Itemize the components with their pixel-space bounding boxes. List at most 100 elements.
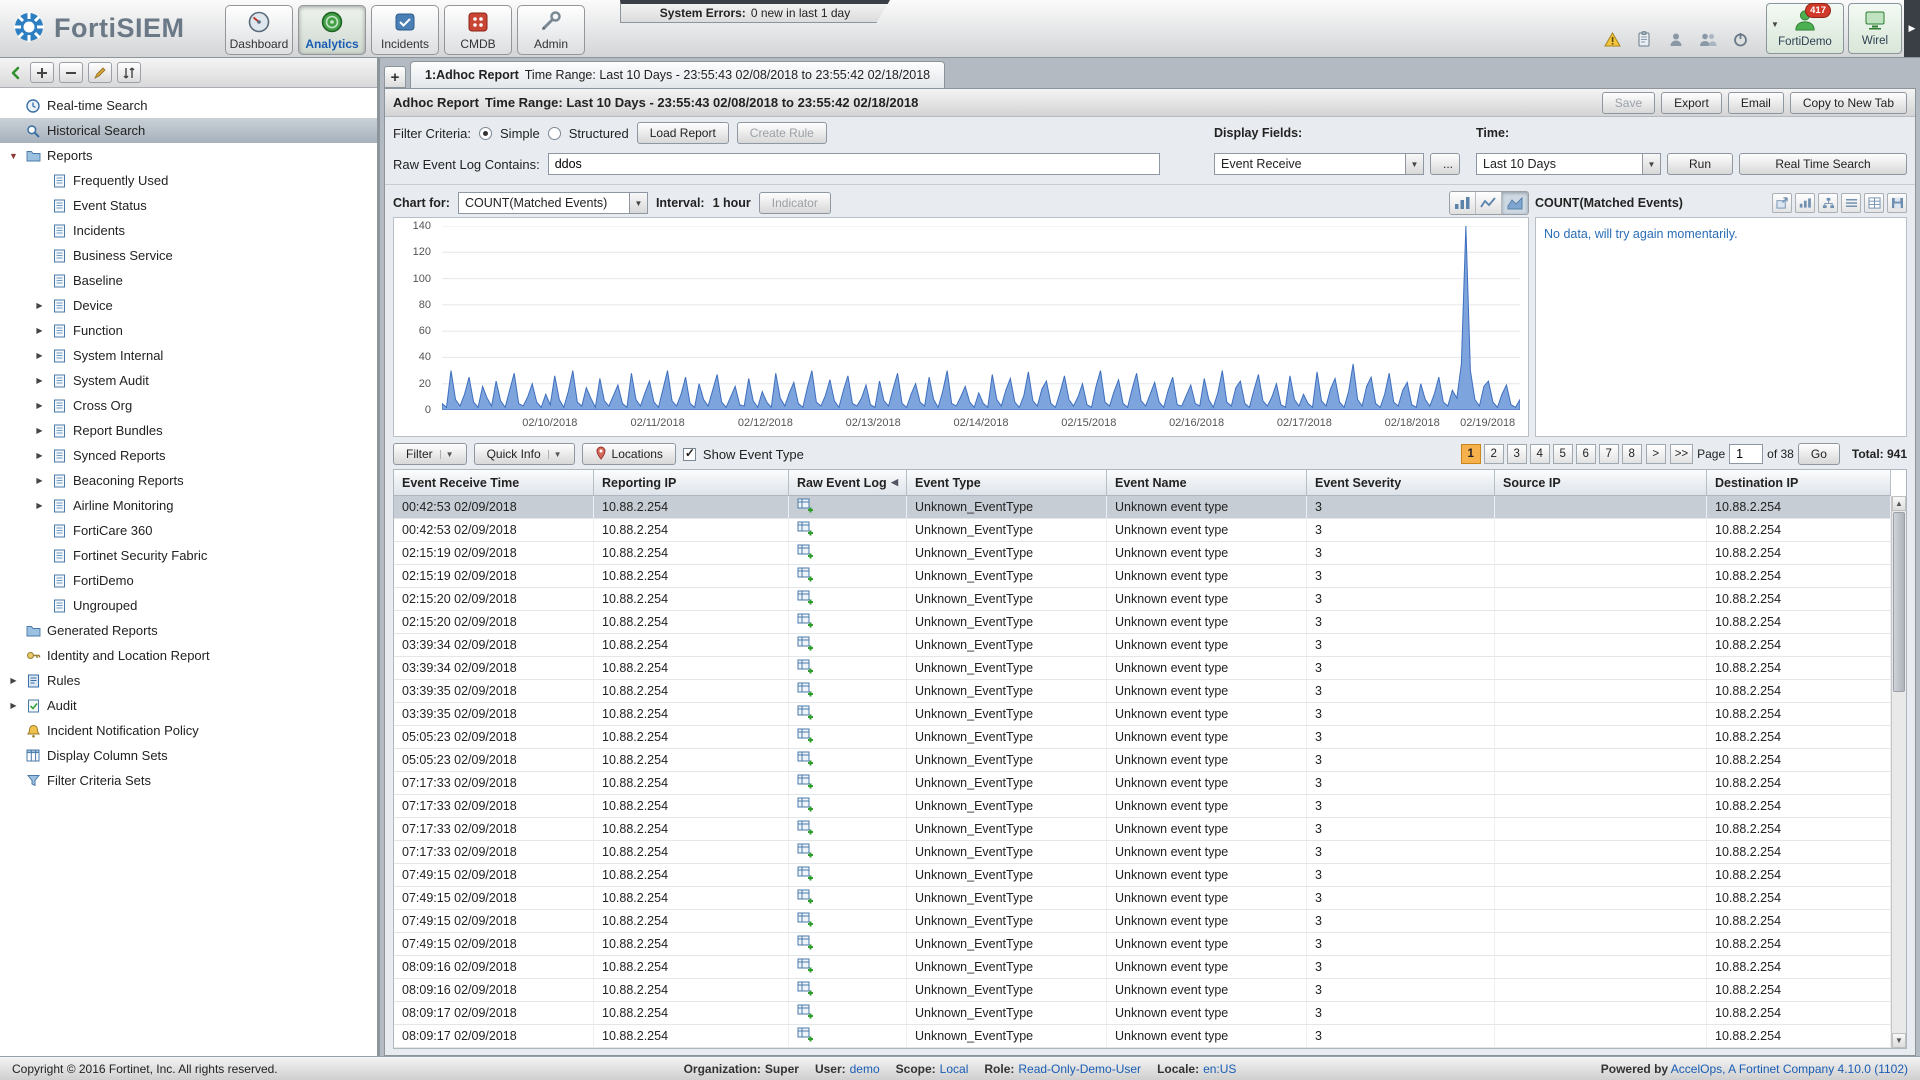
sidebar-item-function[interactable]: ▶Function [0,318,377,343]
save-view-icon[interactable] [1887,193,1907,213]
column-header-raw-event-log[interactable]: Raw Event Log◀ [789,470,907,495]
sidebar-item-airline-monitoring[interactable]: ▶Airline Monitoring [0,493,377,518]
sidebar-item-filter-criteria-sets[interactable]: Filter Criteria Sets [0,768,377,793]
users-icon[interactable] [1698,29,1718,49]
raw-event-log-icon[interactable] [797,797,814,815]
raw-event-log-icon[interactable] [797,820,814,838]
nav-tab-cmdb[interactable]: CMDB [444,5,512,55]
expand-arrow-icon[interactable]: ▶ [34,326,45,335]
display-fields-select[interactable]: Event Receive ▼ [1214,153,1424,175]
create-rule-button[interactable]: Create Rule [737,122,827,144]
last-page-button[interactable]: >> [1670,444,1693,464]
tab-adhoc-report[interactable]: 1:Adhoc Report Time Range: Last 10 Days … [410,61,945,88]
sidebar-item-forticare-360[interactable]: FortiCare 360 [0,518,377,543]
table-row[interactable]: 02:15:20 02/09/201810.88.2.254Unknown_Ev… [394,588,1891,611]
raw-event-log-icon[interactable] [797,889,814,907]
sidebar-item-real-time-search[interactable]: Real-time Search [0,93,377,118]
bar-chart-type-icon[interactable] [1450,192,1476,214]
scroll-down-icon[interactable]: ▼ [1892,1033,1906,1048]
raw-event-log-icon[interactable] [797,590,814,608]
raw-event-log-icon[interactable] [797,728,814,746]
table-row[interactable]: 07:49:15 02/09/201810.88.2.254Unknown_Ev… [394,933,1891,956]
user-menu-fortidemo[interactable]: ▼ 417 FortiDemo [1766,3,1844,54]
expand-arrow-icon[interactable]: ▶ [8,676,19,685]
simple-radio[interactable] [479,127,492,140]
report-status-icon[interactable] [1634,29,1654,49]
go-button[interactable]: Go [1798,443,1840,465]
nav-tab-incidents[interactable]: Incidents [371,5,439,55]
column-header-event-receive-time[interactable]: Event Receive Time [394,470,594,495]
real-time-search-button[interactable]: Real Time Search [1739,153,1907,175]
next-page-button[interactable]: > [1646,444,1666,464]
page-number-input[interactable] [1729,444,1763,464]
sidebar-item-display-column-sets[interactable]: Display Column Sets [0,743,377,768]
email-button[interactable]: Email [1728,92,1784,114]
expand-arrow-icon[interactable]: ▶ [34,376,45,385]
expand-arrow-icon[interactable]: ▶ [34,476,45,485]
table-row[interactable]: 00:42:53 02/09/201810.88.2.254Unknown_Ev… [394,519,1891,542]
quick-info-dropdown-button[interactable]: Quick Info ▼ [474,443,575,465]
table-row[interactable]: 08:09:17 02/09/201810.88.2.254Unknown_Ev… [394,1002,1891,1025]
raw-event-log-icon[interactable] [797,1027,814,1045]
table-row[interactable]: 07:17:33 02/09/201810.88.2.254Unknown_Ev… [394,795,1891,818]
raw-event-log-icon[interactable] [797,636,814,654]
wireless-menu[interactable]: Wirel [1848,3,1902,54]
expand-arrow-icon[interactable]: ▶ [34,451,45,460]
column-header-event-type[interactable]: Event Type [907,470,1107,495]
nav-tab-dashboard[interactable]: Dashboard [225,5,293,55]
locale-value[interactable]: en:US [1203,1062,1236,1076]
expand-arrow-icon[interactable]: ▶ [34,426,45,435]
scope-value[interactable]: Local [940,1062,969,1076]
table-row[interactable]: 00:42:53 02/09/201810.88.2.254Unknown_Ev… [394,496,1891,519]
raw-event-log-icon[interactable] [797,659,814,677]
collapse-column-icon[interactable]: ◀ [891,477,898,488]
expand-arrow-icon[interactable]: ▶ [34,501,45,510]
nav-tab-admin[interactable]: Admin [517,5,585,55]
sidebar-item-generated-reports[interactable]: Generated Reports [0,618,377,643]
export-view-icon[interactable] [1772,193,1792,213]
indicator-button[interactable]: Indicator [759,192,831,214]
expand-arrow-icon[interactable]: ▶ [8,701,19,710]
raw-event-log-icon[interactable] [797,498,814,516]
table-row[interactable]: 02:15:19 02/09/201810.88.2.254Unknown_Ev… [394,565,1891,588]
expand-arrow-icon[interactable]: ▶ [34,301,45,310]
export-button[interactable]: Export [1661,92,1722,114]
sidebar-item-historical-search[interactable]: Historical Search [0,118,377,143]
raw-event-log-icon[interactable] [797,682,814,700]
scroll-up-icon[interactable]: ▲ [1892,496,1906,511]
power-icon[interactable] [1730,29,1750,49]
list-view-icon[interactable] [1841,193,1861,213]
system-errors-banner[interactable]: System Errors: 0 new in last 1 day [620,0,890,23]
sidebar-item-fortidemo[interactable]: FortiDemo [0,568,377,593]
expand-right-icon[interactable]: ▶ [1904,0,1920,57]
table-row[interactable]: 07:17:33 02/09/201810.88.2.254Unknown_Ev… [394,841,1891,864]
raw-event-log-icon[interactable] [797,866,814,884]
chart-for-select[interactable]: COUNT(Matched Events) ▼ [458,192,648,214]
organize-button[interactable] [117,62,141,83]
area-chart-type-icon[interactable] [1502,192,1528,214]
raw-event-log-icon[interactable] [797,521,814,539]
hierarchy-view-icon[interactable] [1818,193,1838,213]
sidebar-item-report-bundles[interactable]: ▶Report Bundles [0,418,377,443]
show-event-type-checkbox[interactable] [683,448,696,461]
collapse-panel-button[interactable] [7,62,25,83]
table-row[interactable]: 07:49:15 02/09/201810.88.2.254Unknown_Ev… [394,910,1891,933]
sidebar-item-baseline[interactable]: Baseline [0,268,377,293]
expand-arrow-icon[interactable]: ▶ [34,401,45,410]
nav-tab-analytics[interactable]: Analytics [298,5,366,55]
sidebar-item-device[interactable]: ▶Device [0,293,377,318]
sidebar-item-incidents[interactable]: Incidents [0,218,377,243]
table-row[interactable]: 07:17:33 02/09/201810.88.2.254Unknown_Ev… [394,818,1891,841]
raw-event-log-icon[interactable] [797,567,814,585]
page-button-3[interactable]: 3 [1507,444,1527,464]
sidebar-item-frequently-used[interactable]: Frequently Used [0,168,377,193]
sidebar-item-event-status[interactable]: Event Status [0,193,377,218]
user-icon[interactable] [1666,29,1686,49]
sidebar-item-incident-notification-policy[interactable]: Incident Notification Policy [0,718,377,743]
table-row[interactable]: 05:05:23 02/09/201810.88.2.254Unknown_Ev… [394,726,1891,749]
page-button-2[interactable]: 2 [1484,444,1504,464]
load-report-button[interactable]: Load Report [637,122,729,144]
collapse-arrow-icon[interactable]: ▼ [8,151,19,161]
sidebar-item-system-internal[interactable]: ▶System Internal [0,343,377,368]
raw-event-log-icon[interactable] [797,958,814,976]
